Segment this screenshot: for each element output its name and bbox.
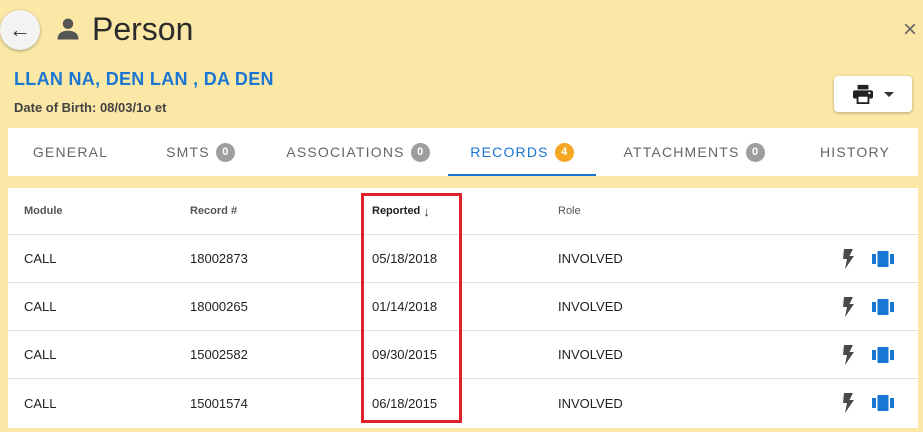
table-row[interactable]: CALL 18000265 01/14/2018 INVOLVED <box>8 283 918 331</box>
tab-label: SMTS <box>166 144 210 160</box>
table-row[interactable]: CALL 15001574 06/18/2015 INVOLVED <box>8 379 918 427</box>
count-badge: 0 <box>215 142 235 162</box>
column-header-label: Reported <box>372 205 421 217</box>
tab-attachments[interactable]: ATTACHMENTS 0 <box>596 128 792 176</box>
tab-label: RECORDS <box>470 144 549 160</box>
tab-label: ASSOCIATIONS <box>286 144 405 160</box>
tab-associations[interactable]: ASSOCIATIONS 0 <box>268 128 448 176</box>
cell-reported: 09/30/2015 <box>372 347 438 362</box>
cell-module: CALL <box>24 347 57 362</box>
column-header-module[interactable]: Module <box>24 188 63 234</box>
printer-icon <box>853 84 873 104</box>
count-badge: 4 <box>554 142 574 162</box>
page-title: Person <box>92 11 194 47</box>
close-icon[interactable]: × <box>903 18 917 42</box>
cell-record: 15002582 <box>190 347 248 362</box>
table-row[interactable]: CALL 15002582 09/30/2015 INVOLVED <box>8 331 918 379</box>
cell-reported: 06/18/2015 <box>372 395 438 411</box>
cell-module: CALL <box>24 251 57 266</box>
cell-record: 15001574 <box>190 395 248 411</box>
table-header-row: Module Record # Reported ↓ Role <box>8 188 918 235</box>
tab-smts[interactable]: SMTS 0 <box>133 128 268 176</box>
sort-arrow-down-icon: ↓ <box>423 203 430 219</box>
person-icon <box>57 18 79 40</box>
tab-label: ATTACHMENTS <box>623 144 740 160</box>
records-table: Module Record # Reported ↓ Role CALL 180… <box>8 188 918 428</box>
cell-record: 18002873 <box>190 251 248 266</box>
cell-role: INVOLVED <box>558 347 623 362</box>
cell-record: 18000265 <box>190 299 248 314</box>
bolt-icon[interactable] <box>840 235 856 282</box>
count-badge: 0 <box>410 142 430 162</box>
column-header-record[interactable]: Record # <box>190 188 237 234</box>
print-menu-button[interactable] <box>834 76 912 112</box>
person-name: LLAN NA, DEN LAN , DA DEN <box>14 69 274 89</box>
cell-module: CALL <box>24 395 57 411</box>
bolt-icon[interactable] <box>840 379 856 427</box>
view-carousel-icon[interactable] <box>872 235 894 282</box>
tab-label: HISTORY <box>819 144 891 160</box>
bolt-icon[interactable] <box>840 283 856 330</box>
view-carousel-icon[interactable] <box>872 379 894 427</box>
view-carousel-icon[interactable] <box>872 283 894 330</box>
arrow-left-icon: ← <box>9 17 31 42</box>
cell-role: INVOLVED <box>558 395 623 411</box>
cell-reported: 05/18/2018 <box>372 251 438 266</box>
tab-records[interactable]: RECORDS 4 <box>448 128 596 176</box>
column-header-role[interactable]: Role <box>558 188 581 234</box>
tab-general[interactable]: GENERAL <box>8 128 133 176</box>
column-header-reported[interactable]: Reported ↓ <box>372 188 430 234</box>
tab-label: GENERAL <box>32 144 109 160</box>
tab-bar: GENERAL SMTS 0 ASSOCIATIONS 0 RECORDS 4 … <box>8 128 918 176</box>
cell-role: INVOLVED <box>558 299 623 314</box>
cell-role: INVOLVED <box>558 251 623 266</box>
cell-reported: 01/14/2018 <box>372 299 438 314</box>
count-badge: 0 <box>745 142 765 162</box>
cell-module: CALL <box>24 299 57 314</box>
bolt-icon[interactable] <box>840 331 856 378</box>
date-of-birth: Date of Birth: 08/03/1o et <box>14 100 167 115</box>
table-row[interactable]: CALL 18002873 05/18/2018 INVOLVED <box>8 235 918 283</box>
tab-history[interactable]: HISTORY <box>792 128 918 176</box>
chevron-down-icon <box>884 91 894 97</box>
view-carousel-icon[interactable] <box>872 331 894 378</box>
back-button[interactable]: ← <box>0 10 40 50</box>
